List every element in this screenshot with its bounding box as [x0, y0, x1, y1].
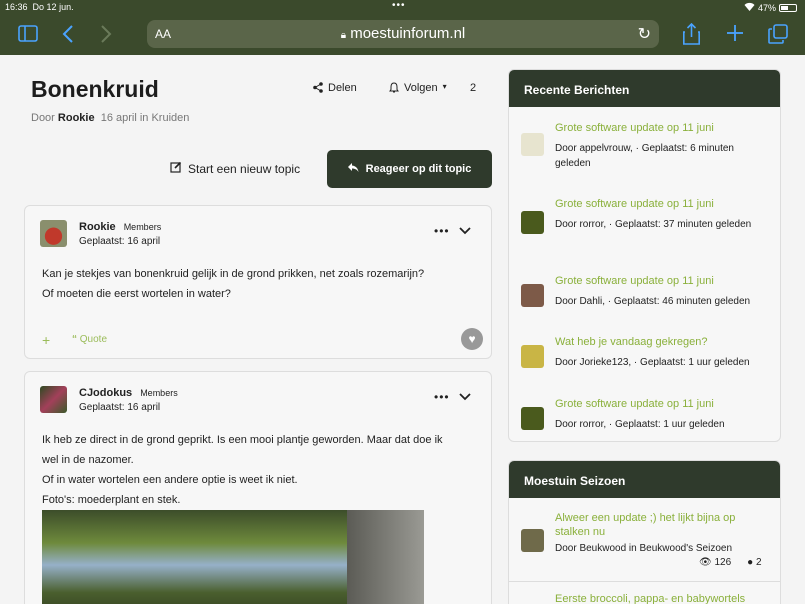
recent-posts-widget: Recente Berichten Grote software update …: [508, 69, 781, 442]
views-count: 👁︎ 126: [699, 557, 732, 568]
reply-arrow-icon: [347, 163, 359, 175]
garden-season-widget: Moestuin Seizoen Alweer een update ;) he…: [508, 460, 781, 604]
post: CJodokus Members Geplaatst: 16 april ••• …: [24, 371, 492, 604]
share-nodes-icon: [313, 82, 323, 96]
avatar[interactable]: [40, 386, 67, 413]
item-title-link[interactable]: Alweer een update ;) het lijkt bijna op …: [555, 511, 770, 539]
topic-meta: 16 april in Kruiden: [100, 112, 190, 124]
status-bar: 16:36 Do 12 jun. ••• 47%: [0, 0, 805, 15]
post-date: Geplaatst: 16 april: [79, 402, 161, 413]
post-body: Ik heb ze direct in de grond geprikt. Is…: [42, 434, 443, 506]
post-thumbnail: [521, 211, 544, 234]
multiquote-plus-button[interactable]: +: [42, 332, 50, 348]
follow-button[interactable]: Volgen ▾: [389, 82, 447, 96]
item-title-link[interactable]: Grote software update op 11 juni: [555, 197, 770, 211]
battery-percent: 47%: [757, 2, 776, 13]
member-role: Members: [123, 222, 162, 232]
item-meta: Door rorror, · Geplaatst: 37 minuten gel…: [555, 219, 752, 230]
item-meta: Door Jorieke123, · Geplaatst: 1 uur gele…: [555, 357, 750, 368]
post-author[interactable]: Rookie Members: [79, 221, 161, 233]
post: Rookie Members Geplaatst: 16 april ••• Ka…: [24, 205, 492, 359]
topic-title: Bonenkruid: [31, 76, 159, 102]
tabs-overview-icon[interactable]: [768, 24, 788, 48]
multitask-dots[interactable]: •••: [392, 0, 406, 11]
share-button[interactable]: Delen: [313, 82, 357, 96]
post-thumbnail: [521, 407, 544, 430]
divider: [509, 581, 780, 582]
item-title-link[interactable]: Grote software update op 11 juni: [555, 121, 770, 135]
item-meta: Door appelvrouw, · Geplaatst: 6 minuten …: [555, 143, 734, 169]
comment-icon: ●: [747, 557, 754, 568]
page-content: Bonenkruid Door Rookie 16 april in Kruid…: [0, 55, 805, 604]
status-right: 47%: [744, 2, 797, 13]
quote-icon: “: [72, 334, 77, 345]
post-body: Kan je stekjes van bonenkruid gelijk in …: [42, 268, 425, 300]
replies-count: ● 2: [747, 557, 762, 568]
member-role: Members: [140, 388, 178, 398]
post-thumbnail: [521, 133, 544, 156]
follow-count: 2: [470, 82, 477, 94]
widget-heading: Moestuin Seizoen: [509, 461, 780, 498]
new-tab-icon[interactable]: [726, 24, 744, 46]
wifi-icon: [744, 2, 755, 13]
item-stats: 👁︎ 126 ● 2: [699, 557, 762, 568]
edit-icon: [170, 161, 182, 176]
forward-icon[interactable]: [100, 24, 112, 48]
lock-icon: 🔒︎: [340, 30, 347, 41]
start-new-topic-button[interactable]: Start een nieuw topic: [170, 161, 300, 176]
share-icon[interactable]: [683, 22, 700, 49]
caret-down-icon: ▾: [442, 82, 447, 91]
chevron-down-icon[interactable]: [458, 223, 474, 237]
browser-toolbar: AA 🔒︎ moestuinforum.nl ↻: [0, 15, 805, 55]
item-title-link[interactable]: Eerste broccoli, pappa- en babywortels: [555, 592, 770, 604]
widget-heading: Recente Berichten: [509, 70, 780, 107]
item-title-link[interactable]: Grote software update op 11 juni: [555, 274, 770, 288]
reload-icon[interactable]: ↻: [638, 24, 651, 44]
sidebar-icon[interactable]: [18, 25, 38, 46]
post-photo[interactable]: [42, 510, 424, 604]
eye-icon: 👁︎: [699, 557, 712, 568]
item-title-link[interactable]: Grote software update op 11 juni: [555, 397, 770, 411]
topic-byline: Door Rookie 16 april in Kruiden: [31, 112, 190, 124]
like-heart-icon[interactable]: ♥: [461, 328, 483, 350]
address-bar[interactable]: AA 🔒︎ moestuinforum.nl ↻: [147, 20, 659, 48]
reply-to-topic-button[interactable]: Reageer op dit topic: [327, 150, 492, 188]
topic-author-link[interactable]: Rookie: [58, 112, 95, 124]
post-date: Geplaatst: 16 april: [79, 236, 161, 247]
more-options-icon[interactable]: •••: [434, 390, 450, 404]
more-options-icon[interactable]: •••: [434, 224, 450, 238]
post-thumbnail: [521, 345, 544, 368]
chevron-down-icon[interactable]: [458, 389, 474, 403]
quote-button[interactable]: “ Quote: [72, 334, 107, 345]
post-author[interactable]: CJodokus Members: [79, 387, 178, 399]
url-text: 🔒︎ moestuinforum.nl: [340, 25, 466, 42]
battery-icon: [779, 3, 797, 12]
post-thumbnail: [521, 529, 544, 552]
item-title-link[interactable]: Wat heb je vandaag gekregen?: [555, 335, 770, 349]
item-meta: Door Beukwood in Beukwood's Seizoen: [555, 543, 733, 554]
avatar[interactable]: [40, 220, 67, 247]
status-time: 16:36 Do 12 jun.: [5, 2, 74, 12]
bell-icon: [389, 82, 399, 96]
back-icon[interactable]: [62, 24, 74, 48]
item-meta: Door rorror, · Geplaatst: 1 uur geleden: [555, 419, 725, 430]
post-thumbnail: [521, 284, 544, 307]
item-meta: Door Dahli, · Geplaatst: 46 minuten gele…: [555, 296, 751, 307]
